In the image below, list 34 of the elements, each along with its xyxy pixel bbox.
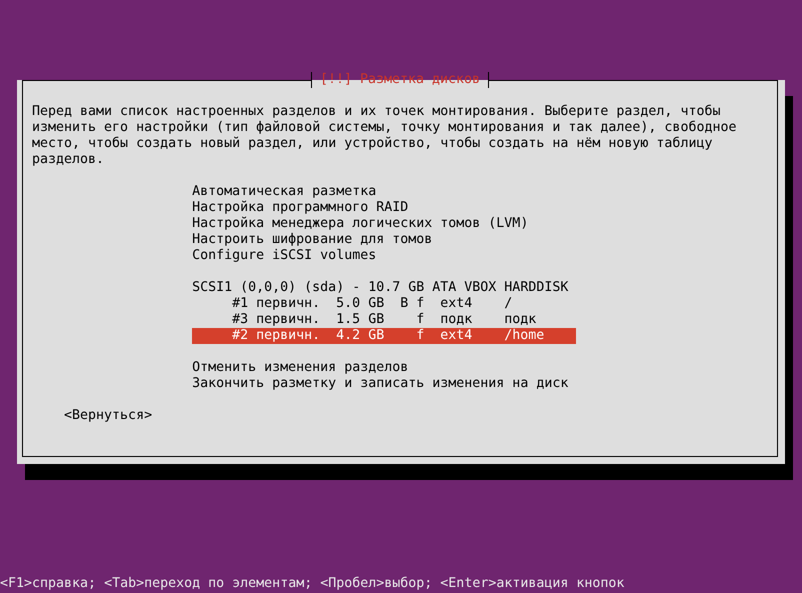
status-bar-hint: <F1>справка; <Tab>переход по элементам; <Пробел>выбор; <Enter>активация кнопок <box>0 576 624 592</box>
partition-cell-text: первичн. <box>256 296 322 312</box>
partition-row[interactable]: #2 первичн. 4.2 GB f ext4 /home <box>192 328 576 344</box>
menu-item[interactable]: Автоматическая разметка <box>192 184 576 200</box>
menu-item[interactable]: Настройка программного RAID <box>192 200 576 216</box>
partition-row[interactable]: #1 первичн. 5.0 GB B f ext4 / <box>192 296 576 312</box>
partition-cell-text: 4.2 GB <box>336 328 386 344</box>
description-text: Перед вами список настроенных разделов и их точек монтирования. Выберите раздел, чтобы изменить его настройки (тип файловой системы, точку монтирования и так далее), свободное место, чтобы создать новый раздел, или устройство, чтобы создать на нём новую таблицу разделов. <box>32 104 738 168</box>
partition-cell-text: /home <box>504 328 546 344</box>
partition-cell-text: подк <box>504 312 538 328</box>
partition-cell-text: f <box>416 312 426 328</box>
partition-cell-text: первичн. <box>256 328 322 344</box>
partition-cell-text: / <box>504 296 514 312</box>
partition-cell-text: #2 <box>232 328 250 344</box>
partition-cell-text: ext4 <box>440 328 474 344</box>
menu-item[interactable]: Настройка менеджера логических томов (LVM) <box>192 216 576 232</box>
partition-cell-text: f <box>416 296 426 312</box>
partition-cell-text: B <box>400 296 410 312</box>
menu-item[interactable]: Отменить изменения разделов <box>192 360 576 376</box>
menu-item[interactable]: Настроить шифрование для томов <box>192 232 576 248</box>
partition-cell-text: #3 <box>232 312 250 328</box>
dialog-title: [!!] Разметка дисков <box>310 72 490 88</box>
partition-cell-text: #1 <box>232 296 250 312</box>
partition-cell-text: f <box>416 328 426 344</box>
back-button[interactable]: <Вернуться> <box>64 408 152 424</box>
disk-item[interactable]: SCSI1 (0,0,0) (sda) - 10.7 GB ATA VBOX HARDDISK <box>192 280 576 296</box>
partition-cell-text: 1.5 GB <box>336 312 386 328</box>
menu-item[interactable]: Закончить разметку и записать изменения на диск <box>192 376 576 392</box>
partition-cell-text: 5.0 GB <box>336 296 386 312</box>
partition-cell-text: ext4 <box>440 296 474 312</box>
menu-item[interactable]: Configure iSCSI volumes <box>192 248 576 264</box>
partition-row[interactable]: #3 первичн. 1.5 GB f подк подк <box>192 312 576 328</box>
partition-cell-text: первичн. <box>256 312 322 328</box>
partition-cell-text: подк <box>440 312 474 328</box>
